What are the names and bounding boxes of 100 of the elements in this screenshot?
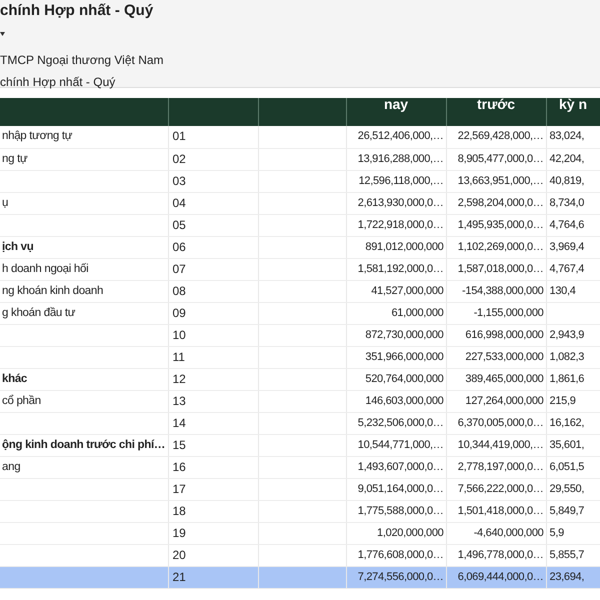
row-code: 01 <box>168 126 258 148</box>
table-cell: 2,778,197,000,0… <box>446 456 546 478</box>
table-cell: 7,566,222,000,0… <box>446 478 546 500</box>
row-code: 20 <box>168 544 258 566</box>
table-cell: -1,155,000,000 <box>446 302 546 324</box>
table-cell: 4,764,6 <box>546 214 600 236</box>
table-cell: 1,501,418,000,0… <box>446 500 546 522</box>
row-code: 16 <box>168 456 258 478</box>
row-label: ụ <box>0 192 168 214</box>
table-cell: 1,020,000,000 <box>346 522 446 544</box>
row-code: 06 <box>168 236 258 258</box>
company-name: TMCP Ngoại thương Việt Nam <box>0 53 165 67</box>
report-title: chính Hợp nhất - Quý <box>0 1 154 20</box>
table-cell: 227,533,000,000 <box>446 346 546 368</box>
table-cell: 1,775,588,000,0… <box>346 500 446 522</box>
table-cell: 5,855,7 <box>546 544 600 566</box>
table-cell: 1,581,192,000,0… <box>346 258 446 280</box>
table-cell: 351,966,000,000 <box>346 346 446 368</box>
table-cell: 4,767,4 <box>546 258 600 280</box>
table-cell: 3,969,4 <box>546 236 600 258</box>
table-cell: 16,162, <box>546 412 600 434</box>
table-cell: 130,4 <box>546 280 600 302</box>
table-cell: 2,613,930,000,0… <box>346 192 446 214</box>
table-cell: 1,722,918,000,0… <box>346 214 446 236</box>
table-cell: 83,024, <box>546 126 600 148</box>
row-code: 12 <box>168 368 258 390</box>
table-cell: -4,640,000,000 <box>446 522 546 544</box>
table-cell: 2,943,9 <box>546 324 600 346</box>
table-cell: 22,569,428,000,… <box>446 126 546 148</box>
table-cell: 872,730,000,000 <box>346 324 446 346</box>
row-label: cổ phần <box>0 390 168 412</box>
table-cell: 9,051,164,000,0… <box>346 478 446 500</box>
table-cell: 6,069,444,000,0… <box>446 566 546 588</box>
table-cell: 41,527,000,000 <box>346 280 446 302</box>
report-name: chính Hợp nhất - Quý <box>0 75 116 89</box>
row-label: ng khoán kinh doanh <box>0 280 168 302</box>
table-cell: 35,601, <box>546 434 600 456</box>
table-cell: 1,082,3 <box>546 346 600 368</box>
row-code: 18 <box>168 500 258 522</box>
table-cell: 891,012,000,000 <box>346 236 446 258</box>
row-code: 07 <box>168 258 258 280</box>
row-label: nhập tương tự <box>0 126 168 148</box>
table-cell: 1,102,269,000,0… <box>446 236 546 258</box>
table-cell: 8,905,477,000,0… <box>446 148 546 170</box>
row-label: g khoán đầu tư <box>0 302 168 324</box>
row-code: 13 <box>168 390 258 412</box>
column-header: kỳ n <box>546 98 600 126</box>
table-cell: 1,493,607,000,0… <box>346 456 446 478</box>
table-cell: 10,544,771,000,… <box>346 434 446 456</box>
row-label: ang <box>0 456 168 478</box>
table-cell: 5,849,7 <box>546 500 600 522</box>
row-code: 08 <box>168 280 258 302</box>
row-code: 17 <box>168 478 258 500</box>
table-cell: -154,388,000,000 <box>446 280 546 302</box>
table-cell: 520,764,000,000 <box>346 368 446 390</box>
row-label: h doanh ngoại hối <box>0 258 168 280</box>
table-cell: 127,264,000,000 <box>446 390 546 412</box>
table-cell: 8,734,0 <box>546 192 600 214</box>
column-header: nay <box>346 98 446 126</box>
table-cell: 389,465,000,000 <box>446 368 546 390</box>
table-cell: 7,274,556,000,0… <box>346 566 446 588</box>
table-cell: 1,587,018,000,0… <box>446 258 546 280</box>
caret-icon[interactable] <box>0 32 5 36</box>
row-label: ộng kinh doanh trước chi phí… <box>0 434 168 456</box>
row-label: khác <box>0 368 168 390</box>
column-header: trước <box>446 98 546 126</box>
table-cell: 13,916,288,000,… <box>346 148 446 170</box>
table-cell: 1,495,935,000,0… <box>446 214 546 236</box>
table-cell: 1,776,608,000,0… <box>346 544 446 566</box>
table-cell: 215,9 <box>546 390 600 412</box>
table-cell: 26,512,406,000,… <box>346 126 446 148</box>
table-cell: 61,000,000 <box>346 302 446 324</box>
row-code: 15 <box>168 434 258 456</box>
table-cell: 1,496,778,000,0… <box>446 544 546 566</box>
table-cell: 13,663,951,000,… <box>446 170 546 192</box>
table-cell: 1,861,6 <box>546 368 600 390</box>
row-code: 11 <box>168 346 258 368</box>
table-cell: 42,204, <box>546 148 600 170</box>
table-cell: 6,370,005,000,0… <box>446 412 546 434</box>
row-code: 02 <box>168 148 258 170</box>
table-cell: 616,998,000,000 <box>446 324 546 346</box>
table-cell: 5,232,506,000,0… <box>346 412 446 434</box>
table-cell: 23,694, <box>546 566 600 588</box>
table-cell: 12,596,118,000,… <box>346 170 446 192</box>
row-code: 03 <box>168 170 258 192</box>
row-code: 19 <box>168 522 258 544</box>
table-cell: 40,819, <box>546 170 600 192</box>
table-cell: 10,344,419,000,… <box>446 434 546 456</box>
table-cell: 6,051,5 <box>546 456 600 478</box>
row-code: 09 <box>168 302 258 324</box>
row-label: ịch vụ <box>0 236 168 258</box>
row-code: 21 <box>168 566 258 588</box>
table-cell: 2,598,204,000,0… <box>446 192 546 214</box>
table-cell: 5,9 <box>546 522 600 544</box>
row-code: 04 <box>168 192 258 214</box>
row-code: 14 <box>168 412 258 434</box>
table-cell: 146,603,000,000 <box>346 390 446 412</box>
table-cell: 29,550, <box>546 478 600 500</box>
row-label: ng tự <box>0 148 168 170</box>
row-code: 10 <box>168 324 258 346</box>
